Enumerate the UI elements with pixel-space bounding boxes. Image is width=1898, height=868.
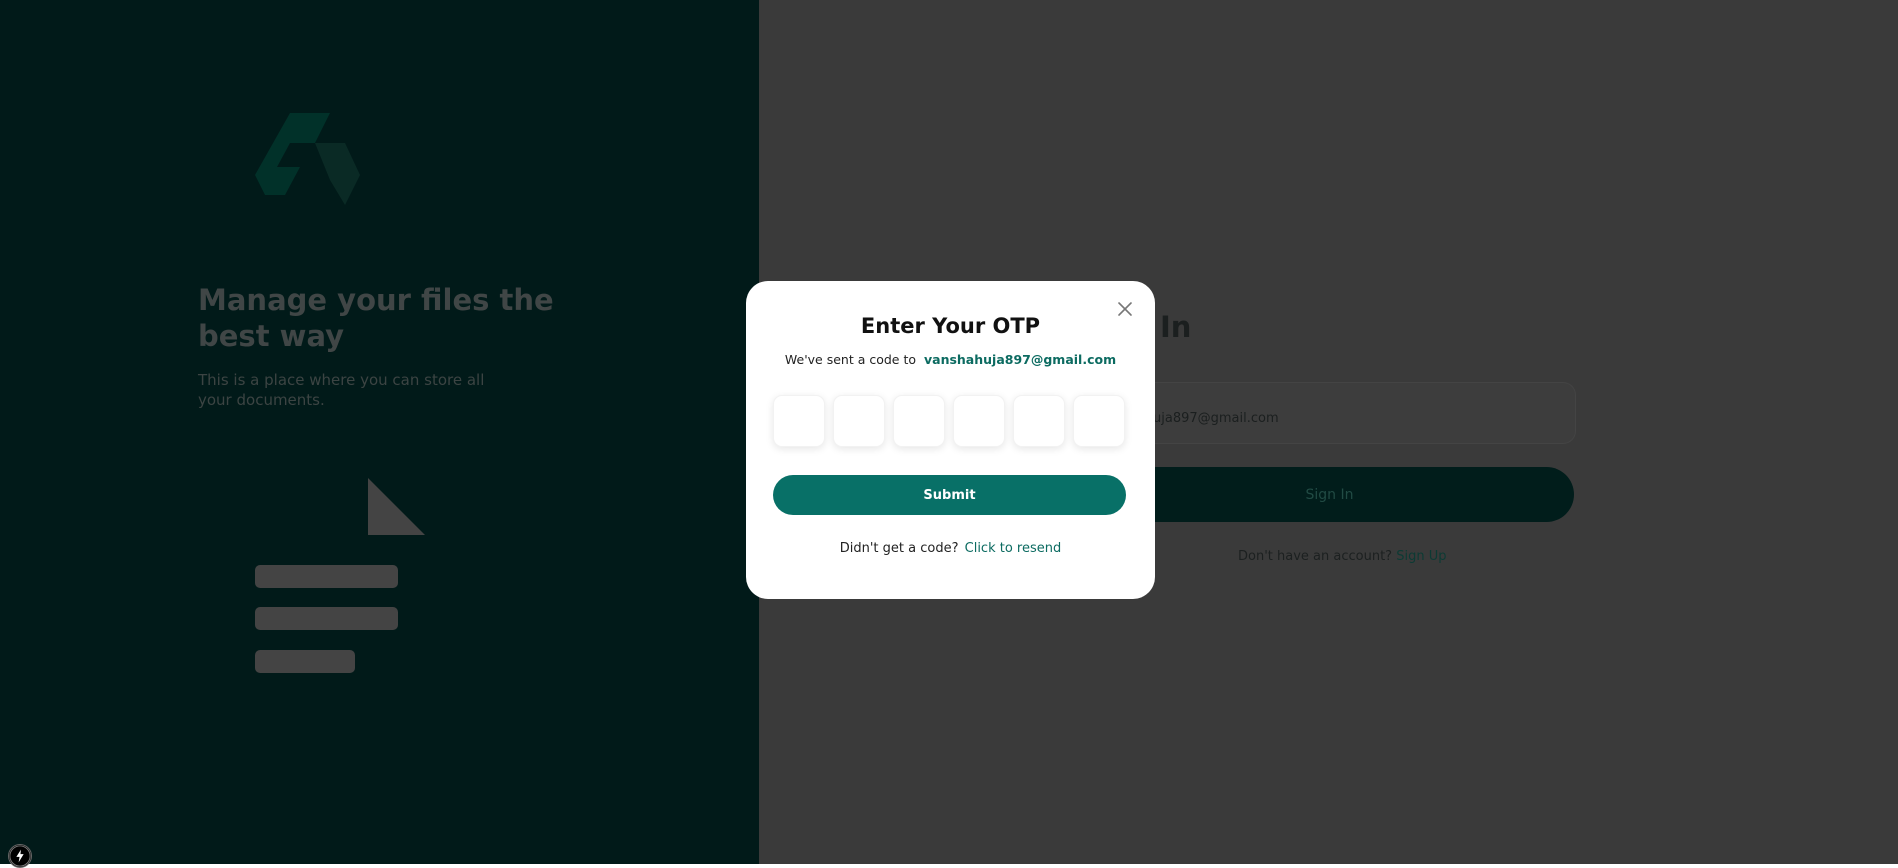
signin-title: In [1160, 310, 1192, 344]
resend-link[interactable]: Click to resend [965, 541, 1062, 556]
logo-icon [255, 113, 360, 205]
resend-prompt: Didn't get a code? [839, 541, 959, 556]
hero-subtitle: This is a place where you can store all … [198, 371, 485, 409]
otp-sent-text: We've sent a code to vanshahuja897@gmail… [746, 352, 1155, 367]
lightning-icon[interactable] [8, 844, 32, 868]
signin-button[interactable]: Sign In [1085, 467, 1574, 522]
email-field-value: uja897@gmail.com [1153, 411, 1279, 426]
otp-digit-5[interactable] [1013, 395, 1065, 447]
no-account-text: Don't have an account? [1238, 549, 1393, 564]
hero-title: Manage your files the best way [198, 283, 554, 353]
otp-digit-2[interactable] [833, 395, 885, 447]
otp-title: Enter Your OTP [860, 314, 1041, 338]
otp-digit-4[interactable] [953, 395, 1005, 447]
otp-digit-3[interactable] [893, 395, 945, 447]
signup-prompt: Don't have an account? Sign Up [1238, 549, 1446, 564]
otp-input-group [773, 395, 1125, 447]
otp-digit-1[interactable] [773, 395, 825, 447]
otp-digit-6[interactable] [1073, 395, 1125, 447]
submit-button[interactable]: Submit [773, 475, 1126, 515]
signup-link[interactable]: Sign Up [1396, 549, 1446, 564]
otp-email: vanshahuja897@gmail.com [923, 352, 1117, 367]
resend-row: Didn't get a code? Click to resend [746, 541, 1155, 556]
document-illustration [255, 478, 425, 673]
otp-sent-label: We've sent a code to [784, 352, 916, 367]
left-panel: Manage your files the best way This is a… [0, 0, 759, 864]
